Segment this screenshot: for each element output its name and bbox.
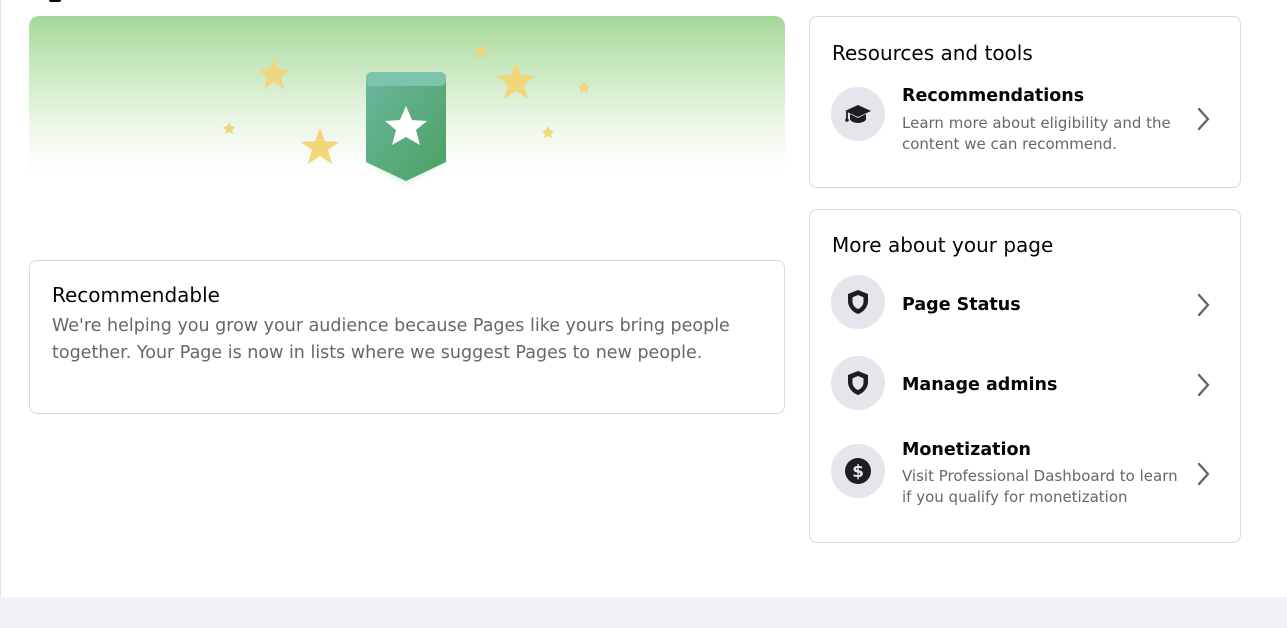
- graduation-cap-icon: [831, 87, 885, 141]
- manage-admins-title: Manage admins: [902, 375, 1058, 395]
- recommendable-title: Recommendable: [52, 283, 220, 307]
- chevron-right-icon: [1197, 373, 1210, 397]
- more-about-title: More about your page: [832, 233, 1054, 257]
- main-panel: Recommendable We're helping you grow you…: [0, 0, 1270, 597]
- recommendations-row[interactable]: Recommendations Learn more about eligibi…: [810, 86, 1240, 153]
- chevron-right-icon: [1197, 293, 1210, 317]
- page-status-title: Page Status: [902, 295, 1021, 315]
- recommendations-title: Recommendations: [902, 86, 1085, 106]
- monetization-description: Visit Professional Dashboard to learn if…: [902, 467, 1178, 506]
- shield-icon: [831, 275, 885, 329]
- resources-and-tools-card: Resources and tools Recommendations Lear…: [809, 16, 1241, 188]
- cut-off-heading: [49, 0, 79, 2]
- shield-icon: [831, 356, 885, 410]
- recommendable-card: Recommendable We're helping you grow you…: [29, 260, 785, 414]
- more-about-your-page-card: More about your page Page Status Manage: [809, 209, 1241, 543]
- recommendable-description: We're helping you grow your audience bec…: [52, 316, 730, 363]
- page-status-row[interactable]: Page Status: [810, 275, 1240, 339]
- manage-admins-row[interactable]: Manage admins: [810, 356, 1240, 420]
- badge-icon: [366, 72, 446, 181]
- svg-text:$: $: [852, 462, 864, 482]
- recommendations-description: Learn more about eligibility and the con…: [902, 114, 1171, 153]
- monetization-title: Monetization: [902, 440, 1031, 460]
- star-badge-illustration: [223, 44, 590, 184]
- scrollbar-gutter: [1270, 0, 1287, 597]
- recommendable-banner: [29, 16, 785, 196]
- chevron-right-icon: [1197, 107, 1210, 131]
- dollar-circle-icon: $: [831, 444, 885, 498]
- chevron-right-icon: [1197, 462, 1210, 486]
- resources-title: Resources and tools: [832, 41, 1033, 65]
- monetization-row[interactable]: $ Monetization Visit Professional Dashbo…: [810, 440, 1240, 508]
